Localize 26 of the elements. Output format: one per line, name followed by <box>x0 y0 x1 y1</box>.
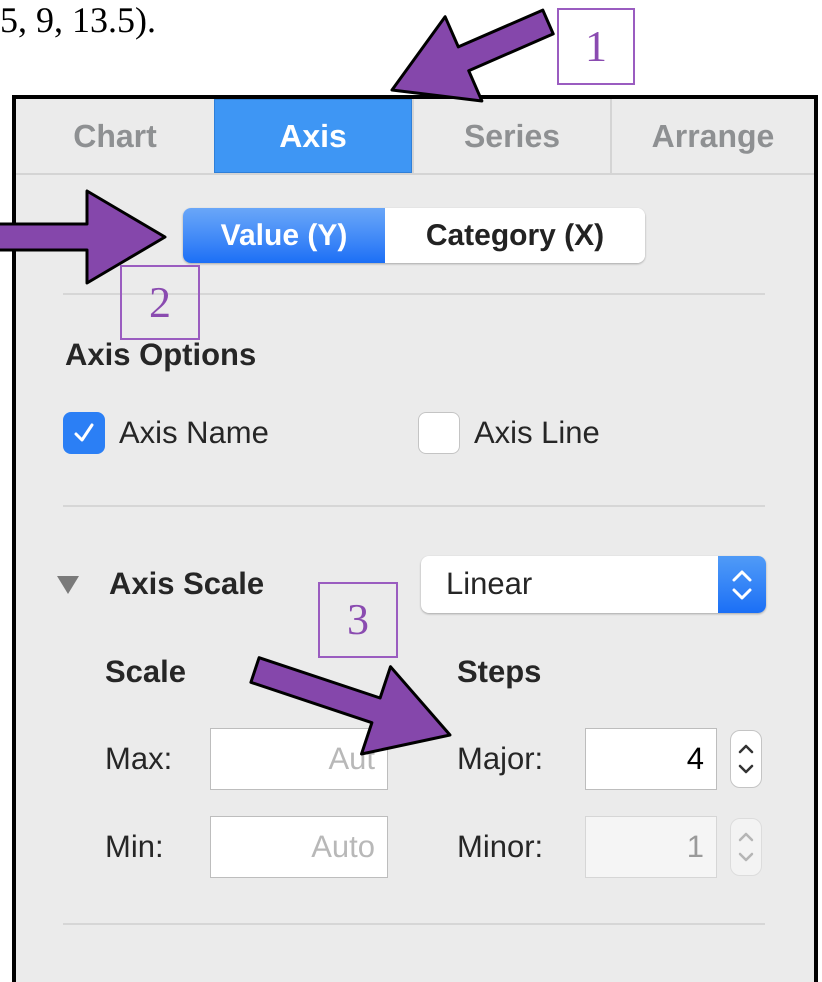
tab[interactable]: Axis <box>214 99 412 173</box>
input-field[interactable]: Auto <box>210 816 388 878</box>
segment-button[interactable]: Category (X) <box>385 208 645 263</box>
checkbox[interactable] <box>418 412 460 454</box>
field-label: Min: <box>105 828 165 866</box>
field-label: Major: <box>457 740 544 778</box>
disclosure-triangle-icon[interactable] <box>57 574 79 594</box>
checkbox-label: Axis Line <box>474 414 600 452</box>
checkbox-label: Axis Name <box>119 414 269 452</box>
field-label: Minor: <box>457 828 544 866</box>
number-label: 2 <box>120 265 200 340</box>
caption-text: 5, 9, 13.5). <box>0 0 156 40</box>
number-label: 3 <box>318 582 398 658</box>
stepper[interactable] <box>730 730 762 788</box>
scale-type-dropdown[interactable]: Linear <box>421 556 766 613</box>
tab[interactable]: Chart <box>16 99 214 173</box>
column-heading: Steps <box>457 652 542 691</box>
segment-button[interactable]: Value (Y) <box>183 208 385 263</box>
tab[interactable]: Arrange <box>610 99 814 173</box>
section-title: Axis Options <box>64 337 258 373</box>
section-title: Axis Scale <box>109 565 266 604</box>
field-label: Max: <box>105 740 174 778</box>
column-heading: Scale <box>105 652 188 691</box>
number-label: 1 <box>557 8 635 85</box>
input-field[interactable]: 4 <box>585 728 717 790</box>
checkbox[interactable] <box>63 412 105 454</box>
